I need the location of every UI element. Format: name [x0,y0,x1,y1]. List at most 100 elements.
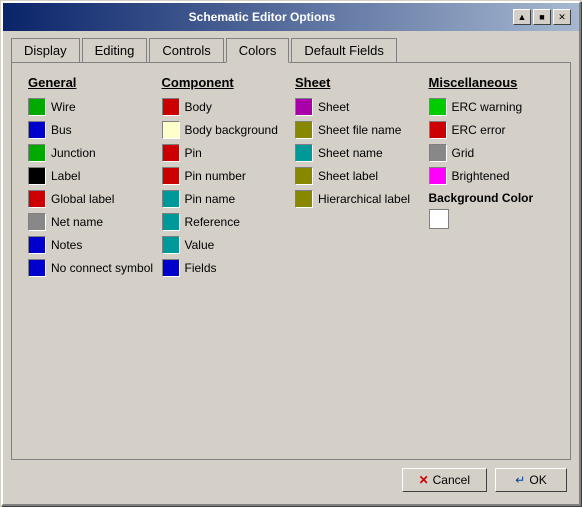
erc-error-color-swatch[interactable] [429,121,447,139]
maximize-button[interactable]: ■ [533,9,551,25]
tab-display[interactable]: Display [11,38,80,63]
sheet-file-name-color-swatch[interactable] [295,121,313,139]
net-name-color-swatch[interactable] [28,213,46,231]
value-color-swatch[interactable] [162,236,180,254]
list-item: Pin number [162,167,288,185]
no-connect-label: No connect symbol [51,261,153,275]
dialog-footer: ✕ Cancel ↵ OK [11,460,571,496]
background-color-header: Background Color [429,191,555,205]
list-item: Fields [162,259,288,277]
list-item: Body [162,98,288,116]
list-item: Sheet label [295,167,421,185]
wire-label: Wire [51,100,76,114]
label-label: Label [51,169,80,183]
reference-color-swatch[interactable] [162,213,180,231]
list-item: Notes [28,236,154,254]
list-item: Pin [162,144,288,162]
list-item: Bus [28,121,154,139]
ok-button[interactable]: ↵ OK [495,468,567,492]
erc-warning-color-swatch[interactable] [429,98,447,116]
notes-color-swatch[interactable] [28,236,46,254]
sheet-label-color-swatch[interactable] [295,167,313,185]
erc-error-label: ERC error [452,123,506,137]
list-item: Brightened [429,167,555,185]
pin-name-color-swatch[interactable] [162,190,180,208]
bus-color-swatch[interactable] [28,121,46,139]
no-connect-color-swatch[interactable] [28,259,46,277]
label-color-swatch[interactable] [28,167,46,185]
bus-label: Bus [51,123,72,137]
value-label: Value [185,238,215,252]
list-item: Global label [28,190,154,208]
tab-controls[interactable]: Controls [149,38,223,63]
list-item: Value [162,236,288,254]
component-header: Component [162,75,288,90]
background-color-swatch[interactable] [429,209,449,229]
grid-label: Grid [452,146,475,160]
net-name-label: Net name [51,215,103,229]
wire-color-swatch[interactable] [28,98,46,116]
list-item: Pin name [162,190,288,208]
general-header: General [28,75,154,90]
body-color-swatch[interactable] [162,98,180,116]
pin-color-swatch[interactable] [162,144,180,162]
cancel-label: Cancel [433,473,470,487]
tab-editing[interactable]: Editing [82,38,148,63]
sheet-name-label: Sheet name [318,146,383,160]
background-color-section: Background Color [429,191,555,229]
titlebar: Schematic Editor Options ▲ ■ ✕ [3,3,579,31]
list-item: ERC error [429,121,555,139]
hierarchical-label-label: Hierarchical label [318,192,410,206]
global-label-color-swatch[interactable] [28,190,46,208]
junction-color-swatch[interactable] [28,144,46,162]
main-window: Schematic Editor Options ▲ ■ ✕ Display E… [1,1,581,506]
body-background-color-swatch[interactable] [162,121,180,139]
component-column: Component Body Body background Pin [158,75,292,282]
tab-colors[interactable]: Colors [226,38,290,63]
list-item: Net name [28,213,154,231]
list-item: Body background [162,121,288,139]
hierarchical-label-color-swatch[interactable] [295,190,313,208]
brightened-color-swatch[interactable] [429,167,447,185]
cancel-button[interactable]: ✕ Cancel [402,468,487,492]
sheet-name-color-swatch[interactable] [295,144,313,162]
list-item: Sheet file name [295,121,421,139]
body-label: Body [185,100,212,114]
pin-label: Pin [185,146,202,160]
fields-label: Fields [185,261,217,275]
window-title: Schematic Editor Options [11,10,513,24]
list-item: Label [28,167,154,185]
pin-number-label: Pin number [185,169,246,183]
list-item: Reference [162,213,288,231]
list-item: Sheet [295,98,421,116]
minimize-button[interactable]: ▲ [513,9,531,25]
list-item: Junction [28,144,154,162]
reference-label: Reference [185,215,240,229]
titlebar-buttons: ▲ ■ ✕ [513,9,571,25]
sheet-header: Sheet [295,75,421,90]
pin-name-label: Pin name [185,192,236,206]
close-button[interactable]: ✕ [553,9,571,25]
dialog-content: Display Editing Controls Colors Default … [3,31,579,504]
color-columns: General Wire Bus Junction [24,75,558,282]
sheet-label-label: Sheet label [318,169,378,183]
list-item: Sheet name [295,144,421,162]
cancel-icon: ✕ [419,473,429,487]
body-background-label: Body background [185,123,278,137]
sheet-file-name-label: Sheet file name [318,123,401,137]
tab-default-fields[interactable]: Default Fields [291,38,396,63]
sheet-column: Sheet Sheet Sheet file name Sheet name [291,75,425,282]
general-column: General Wire Bus Junction [24,75,158,282]
tab-bar: Display Editing Controls Colors Default … [11,37,571,62]
grid-color-swatch[interactable] [429,144,447,162]
sheet-label: Sheet [318,100,349,114]
list-item: ERC warning [429,98,555,116]
list-item: Wire [28,98,154,116]
miscellaneous-column: Miscellaneous ERC warning ERC error Grid [425,75,559,282]
sheet-color-swatch[interactable] [295,98,313,116]
brightened-label: Brightened [452,169,510,183]
fields-color-swatch[interactable] [162,259,180,277]
erc-warning-label: ERC warning [452,100,523,114]
pin-number-color-swatch[interactable] [162,167,180,185]
ok-icon: ↵ [515,473,525,487]
